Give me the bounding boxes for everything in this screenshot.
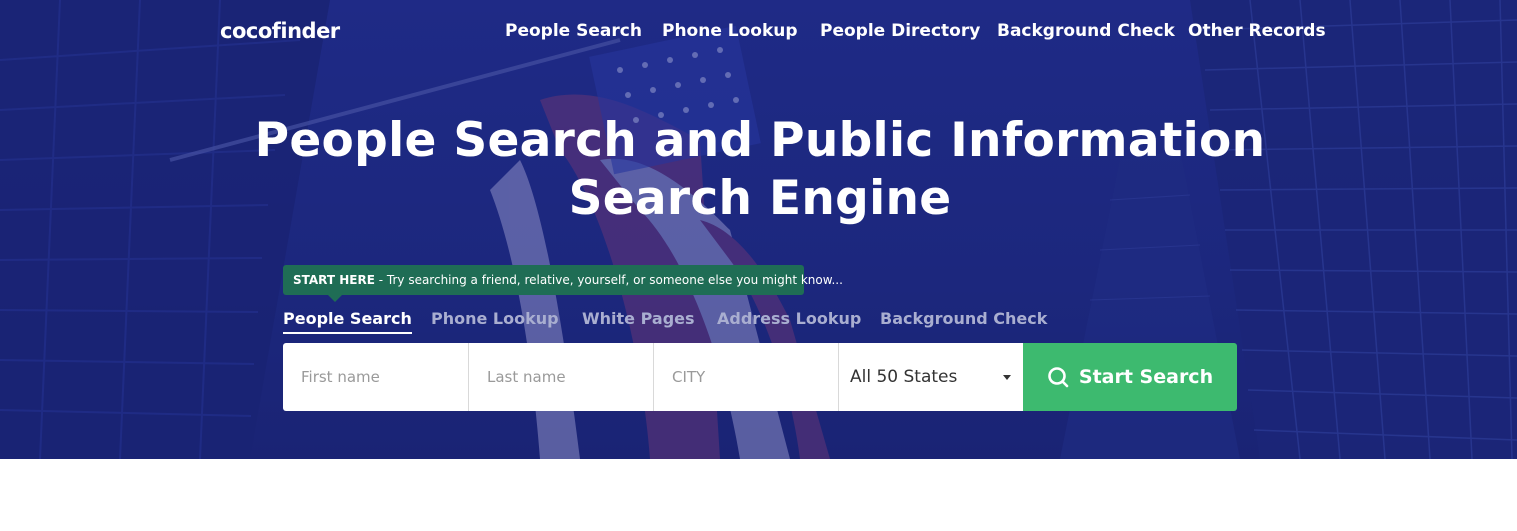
start-search-button[interactable]: Start Search xyxy=(1023,343,1237,411)
state-select-value: All 50 States xyxy=(850,367,958,387)
start-search-label: Start Search xyxy=(1078,366,1214,388)
nav-item-people-directory[interactable]: People Directory xyxy=(820,21,980,41)
cocofinder-logo[interactable]: cocofinder xyxy=(220,19,340,43)
nav-item-background-check[interactable]: Background Check xyxy=(997,21,1175,41)
tip-arrow xyxy=(328,295,342,302)
tip-strong-label: START HERE xyxy=(293,273,375,287)
page-title-line-1: People Search and Public Information xyxy=(254,113,1266,168)
page-title-line-2: Search Engine xyxy=(568,171,952,226)
tab-phone-lookup[interactable]: Phone Lookup xyxy=(431,309,559,328)
nav-item-phone-lookup[interactable]: Phone Lookup xyxy=(662,21,798,41)
tip-text: - Try searching a friend, relative, your… xyxy=(374,273,843,287)
page-title: People Search and Public Information Sea… xyxy=(240,112,1280,228)
hero-banner: cocofinder People Search Phone Lookup Pe… xyxy=(0,0,1517,459)
caret-down-icon xyxy=(1003,375,1011,380)
tab-background-check[interactable]: Background Check xyxy=(880,309,1047,328)
tab-people-search[interactable]: People Search xyxy=(283,309,412,334)
city-input[interactable] xyxy=(654,343,838,411)
first-name-input[interactable] xyxy=(283,343,468,411)
nav-item-people-search[interactable]: People Search xyxy=(505,21,642,41)
top-navigation: cocofinder People Search Phone Lookup Pe… xyxy=(0,0,1517,64)
tab-address-lookup[interactable]: Address Lookup xyxy=(717,309,861,328)
tab-white-pages[interactable]: White Pages xyxy=(582,309,695,328)
last-name-input[interactable] xyxy=(469,343,653,411)
nav-item-other-records[interactable]: Other Records xyxy=(1188,21,1326,41)
people-search-form: All 50 States Start Search xyxy=(283,343,1237,411)
start-here-tip: START HERE - Try searching a friend, rel… xyxy=(283,265,843,295)
search-icon xyxy=(1048,367,1069,388)
state-select[interactable]: All 50 States xyxy=(839,343,1023,411)
